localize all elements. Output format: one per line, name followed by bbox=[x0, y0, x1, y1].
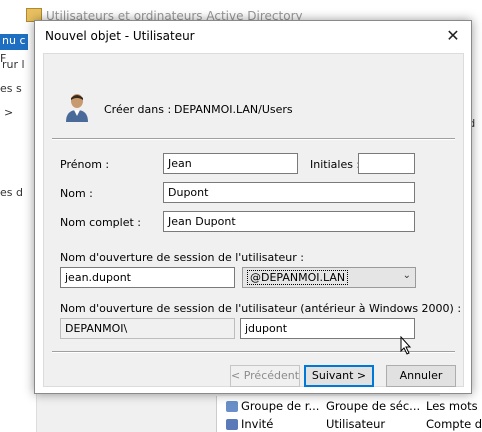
next-button[interactable]: Suivant > bbox=[304, 365, 374, 387]
initials-label: Initiales : bbox=[310, 158, 361, 171]
background-text-fragment: es d bbox=[0, 186, 23, 199]
first-name-label: Prénom : bbox=[60, 158, 110, 171]
create-in-label: Créer dans : bbox=[104, 103, 172, 116]
logon-name-label: Nom d'ouverture de session de l'utilisat… bbox=[60, 251, 304, 264]
list-item-name: Groupe de r... bbox=[241, 399, 320, 413]
background-text-fragment: es s bbox=[0, 82, 22, 95]
logon-name-field[interactable]: jean.dupont bbox=[60, 267, 235, 288]
full-name-label: Nom complet : bbox=[60, 216, 141, 229]
full-name-field[interactable]: Jean Dupont bbox=[163, 211, 415, 232]
list-item-description: Compte d'i bbox=[426, 417, 482, 431]
background-text-fragment: rur l bbox=[2, 58, 25, 71]
last-name-field[interactable]: Dupont bbox=[163, 182, 415, 203]
chevron-down-icon: ⌄ bbox=[402, 270, 411, 281]
last-name-label: Nom : bbox=[60, 187, 93, 200]
background-selected-item[interactable]: nu c bbox=[0, 34, 28, 50]
netbios-domain-field: DEPANMOI\ bbox=[60, 318, 235, 339]
mouse-cursor-icon bbox=[400, 336, 412, 355]
list-item[interactable]: Invité Utilisateur Compte d'i bbox=[226, 417, 482, 431]
list-item-type: Utilisateur bbox=[326, 417, 386, 431]
domain-suffix-value: @DEPANMOI.LAN bbox=[247, 270, 349, 285]
first-name-field[interactable]: Jean bbox=[163, 153, 298, 174]
cancel-button[interactable]: Annuler bbox=[386, 365, 456, 387]
logon-name-pre2000-label: Nom d'ouverture de session de l'utilisat… bbox=[60, 302, 462, 315]
previous-button[interactable]: < Précédent bbox=[230, 365, 300, 387]
group-icon bbox=[226, 401, 238, 412]
close-icon[interactable]: ✕ bbox=[437, 23, 469, 49]
list-item-type: Groupe de séc... bbox=[326, 399, 421, 413]
domain-suffix-select[interactable]: @DEPANMOI.LAN ⌄ bbox=[242, 267, 416, 288]
list-item-description: Les mots d bbox=[426, 399, 482, 413]
create-in-path: DEPANMOI.LAN/Users bbox=[174, 103, 293, 116]
list-item-name: Invité bbox=[241, 417, 274, 431]
dialog-title: Nouvel objet - Utilisateur bbox=[45, 29, 195, 43]
list-item[interactable]: Groupe de r... Groupe de séc... Les mots… bbox=[226, 399, 482, 413]
user-icon bbox=[66, 94, 88, 122]
logon-name-pre2000-field[interactable]: jdupont bbox=[240, 318, 415, 339]
initials-field[interactable] bbox=[358, 153, 415, 174]
user-icon bbox=[226, 419, 238, 430]
separator bbox=[52, 351, 455, 353]
separator bbox=[52, 138, 455, 140]
chevron-right-icon[interactable]: > bbox=[4, 106, 13, 119]
